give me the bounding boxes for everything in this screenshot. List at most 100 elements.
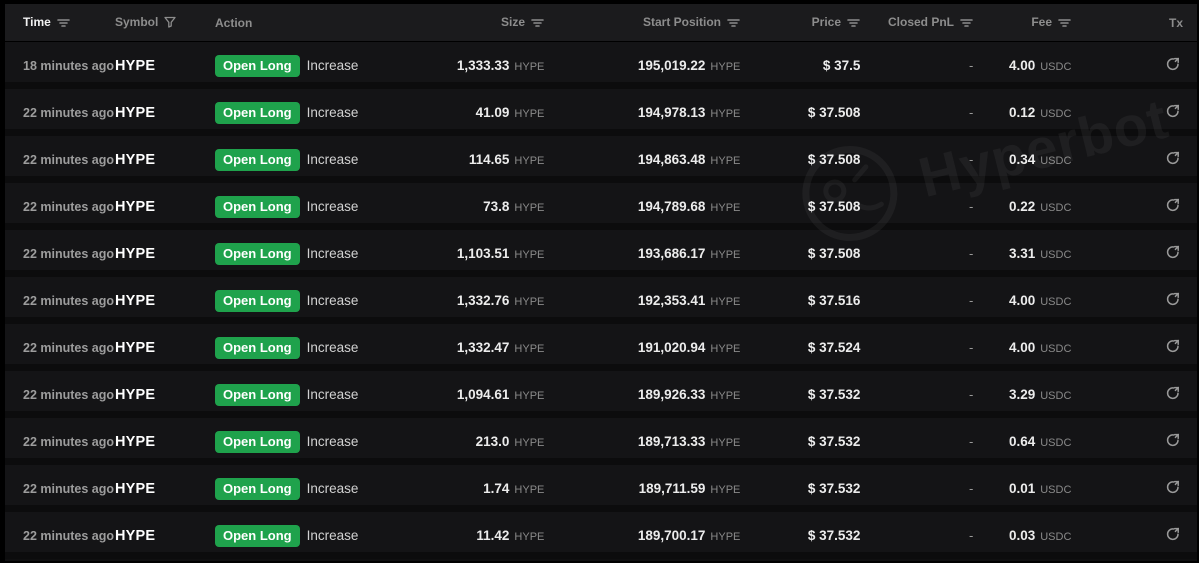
closed-pnl-cell: - xyxy=(860,434,973,449)
tx-cell xyxy=(1071,54,1183,77)
start-position-cell: 189,700.17HYPE xyxy=(544,527,740,545)
column-header-price[interactable]: Price xyxy=(740,15,860,31)
closed-pnl-cell: - xyxy=(860,199,973,214)
sort-icon[interactable] xyxy=(531,17,544,31)
fee-unit: USDC xyxy=(1040,390,1071,402)
start-position-cell: 189,926.33HYPE xyxy=(544,386,740,404)
table-row-11: 22 minutes agoHYPEOpen LongIncrease11.42… xyxy=(5,512,1197,559)
size-unit: HYPE xyxy=(514,108,544,120)
size-unit: HYPE xyxy=(514,296,544,308)
start-position-unit: HYPE xyxy=(710,108,740,120)
column-header-time[interactable]: Time xyxy=(23,15,115,31)
fee-cell: 4.00USDC xyxy=(973,292,1071,310)
symbol-cell: HYPE xyxy=(115,199,215,215)
open-long-badge: Open Long xyxy=(215,337,300,359)
tx-link-button[interactable] xyxy=(1163,54,1183,77)
sort-icon[interactable] xyxy=(1058,17,1071,31)
column-header-closed_pnl[interactable]: Closed PnL xyxy=(860,15,973,31)
start-position-cell: 194,863.48HYPE xyxy=(544,151,740,169)
fee-cell: 4.00USDC xyxy=(973,339,1071,357)
table-row-7: 22 minutes agoHYPEOpen LongIncrease1,332… xyxy=(5,324,1197,371)
table-header: TimeSymbolAction SizeStart PositionPriceC… xyxy=(5,4,1197,42)
start-position-unit: HYPE xyxy=(710,390,740,402)
tx-link-button[interactable] xyxy=(1163,148,1183,171)
tx-link-button[interactable] xyxy=(1163,289,1183,312)
action-cell: Open LongIncrease xyxy=(215,55,358,77)
column-header-fee[interactable]: Fee xyxy=(973,15,1071,31)
price-value: $ 37.508 xyxy=(808,105,861,120)
sort-icon[interactable] xyxy=(727,17,740,31)
price-cell: $ 37.508 xyxy=(740,198,860,216)
start-position-cell: 189,713.33HYPE xyxy=(544,433,740,451)
price-cell: $ 37.508 xyxy=(740,151,860,169)
open-long-badge: Open Long xyxy=(215,196,300,218)
sort-icon[interactable] xyxy=(960,17,973,31)
size-unit: HYPE xyxy=(514,249,544,261)
tx-link-button[interactable] xyxy=(1163,242,1183,265)
open-long-badge: Open Long xyxy=(215,384,300,406)
tx-link-button[interactable] xyxy=(1163,336,1183,359)
size-unit: HYPE xyxy=(514,202,544,214)
action-note: Increase xyxy=(307,293,359,308)
price-value: $ 37.516 xyxy=(808,293,861,308)
filter-icon[interactable] xyxy=(164,16,176,31)
price-value: $ 37.508 xyxy=(808,199,861,214)
table-row-6: 22 minutes agoHYPEOpen LongIncrease1,332… xyxy=(5,277,1197,324)
size-cell: 1,332.76HYPE xyxy=(358,292,544,310)
tx-cell xyxy=(1071,336,1183,359)
tx-cell xyxy=(1071,242,1183,265)
time-cell: 22 minutes ago xyxy=(23,200,115,214)
fee-value: 0.34 xyxy=(1009,152,1035,167)
time-cell: 22 minutes ago xyxy=(23,153,115,167)
closed-pnl-cell: - xyxy=(860,293,973,308)
size-unit: HYPE xyxy=(514,155,544,167)
start-position-unit: HYPE xyxy=(710,155,740,167)
size-cell: 213.0HYPE xyxy=(358,433,544,451)
action-note: Increase xyxy=(307,199,359,214)
tx-link-button[interactable] xyxy=(1163,101,1183,124)
action-note: Increase xyxy=(307,387,359,402)
time-cell: 22 minutes ago xyxy=(23,529,115,543)
column-header-start_position[interactable]: Start Position xyxy=(544,15,740,31)
column-header-symbol[interactable]: Symbol xyxy=(115,15,215,31)
fee-value: 0.03 xyxy=(1009,528,1035,543)
tx-cell xyxy=(1071,148,1183,171)
tx-link-button[interactable] xyxy=(1163,195,1183,218)
size-value: 73.8 xyxy=(483,199,509,214)
sort-icon[interactable] xyxy=(57,17,70,31)
price-cell: $ 37.524 xyxy=(740,339,860,357)
start-position-value: 191,020.94 xyxy=(638,340,706,355)
symbol-cell: HYPE xyxy=(115,246,215,262)
open-long-badge: Open Long xyxy=(215,149,300,171)
external-link-icon xyxy=(1165,526,1181,545)
open-long-badge: Open Long xyxy=(215,102,300,124)
price-value: $ 37.508 xyxy=(808,246,861,261)
tx-link-button[interactable] xyxy=(1163,477,1183,500)
column-label-action: Action xyxy=(215,16,252,30)
action-cell: Open LongIncrease xyxy=(215,149,358,171)
size-value: 1,333.33 xyxy=(457,58,510,73)
external-link-icon xyxy=(1165,103,1181,122)
tx-link-button[interactable] xyxy=(1163,430,1183,453)
action-note: Increase xyxy=(307,434,359,449)
price-value: $ 37.524 xyxy=(808,340,861,355)
external-link-icon xyxy=(1165,338,1181,357)
tx-link-button[interactable] xyxy=(1163,383,1183,406)
sort-icon[interactable] xyxy=(847,17,860,31)
tx-cell xyxy=(1071,430,1183,453)
start-position-cell: 194,978.13HYPE xyxy=(544,104,740,122)
fee-cell: 0.64USDC xyxy=(973,433,1071,451)
fee-unit: USDC xyxy=(1040,296,1071,308)
action-cell: Open LongIncrease xyxy=(215,478,358,500)
symbol-cell: HYPE xyxy=(115,528,215,544)
action-note: Increase xyxy=(307,481,359,496)
time-cell: 22 minutes ago xyxy=(23,106,115,120)
closed-pnl-cell: - xyxy=(860,387,973,402)
column-header-size[interactable]: Size xyxy=(358,15,544,31)
fee-cell: 3.29USDC xyxy=(973,386,1071,404)
tx-link-button[interactable] xyxy=(1163,524,1183,547)
size-unit: HYPE xyxy=(514,343,544,355)
action-cell: Open LongIncrease xyxy=(215,525,358,547)
time-cell: 22 minutes ago xyxy=(23,247,115,261)
size-cell: 41.09HYPE xyxy=(358,104,544,122)
